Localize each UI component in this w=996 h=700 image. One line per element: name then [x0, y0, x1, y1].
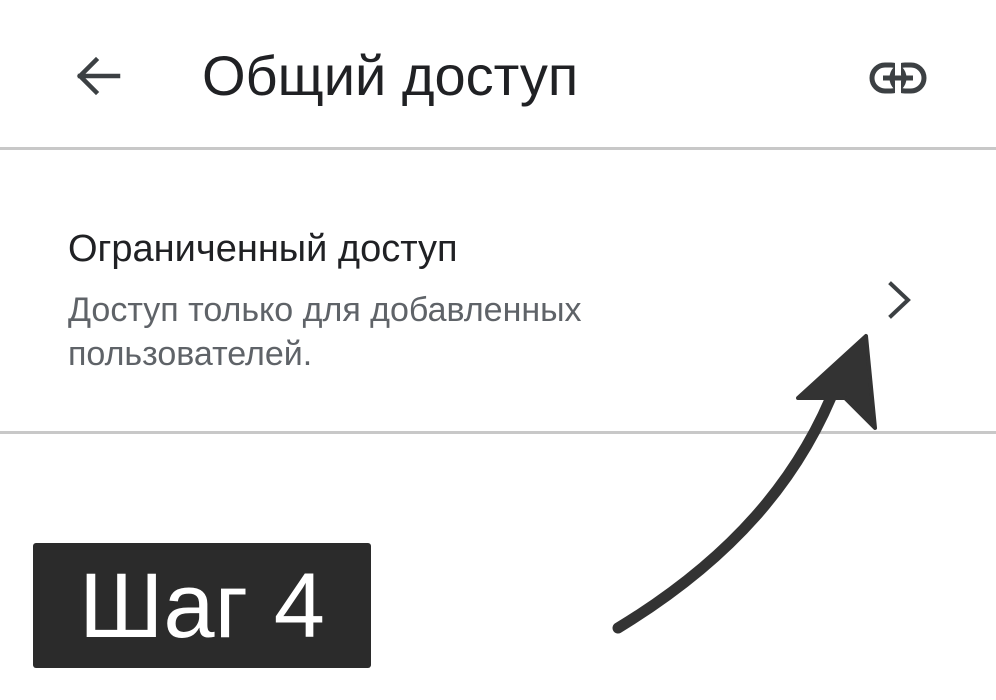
general-access-row[interactable]: Ограниченный доступ Доступ только для до…	[0, 150, 996, 434]
access-level-description: Доступ только для добавленных пользовате…	[68, 291, 582, 373]
step-badge: Шаг 4	[33, 543, 371, 668]
back-button[interactable]	[66, 48, 130, 104]
copy-link-button[interactable]	[862, 50, 934, 106]
access-level-title: Ограниченный доступ	[68, 228, 458, 270]
arrow-left-icon	[76, 56, 121, 96]
chevron-right-icon[interactable]	[876, 276, 924, 324]
page-title: Общий доступ	[202, 44, 579, 107]
step-label: Шаг 4	[79, 554, 325, 657]
link-icon	[869, 62, 927, 94]
app-bar: Общий доступ	[0, 0, 996, 150]
